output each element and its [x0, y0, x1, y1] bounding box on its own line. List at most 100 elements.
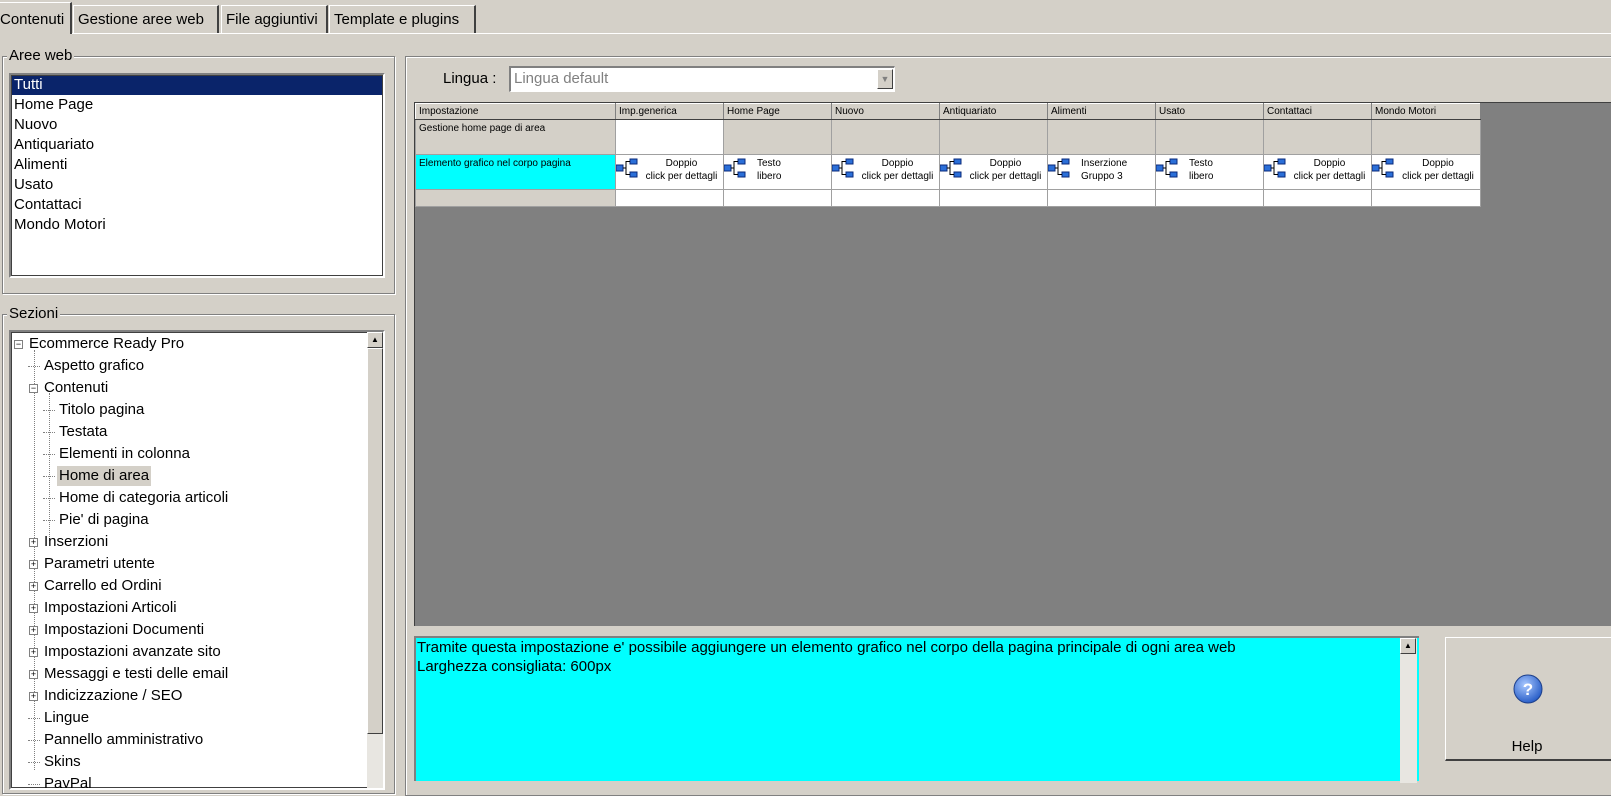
grid-cell[interactable] — [1155, 189, 1264, 207]
aree-item-nuovo[interactable]: Nuovo — [11, 115, 383, 135]
grid-cell[interactable] — [615, 119, 724, 155]
tree-node[interactable]: Ecommerce Ready Pro — [29, 334, 184, 354]
column-header[interactable]: Nuovo — [831, 103, 940, 120]
sezioni-tree[interactable]: − Ecommerce Ready Pro Aspetto grafico − Cont… — [9, 330, 385, 790]
grid-cell[interactable] — [723, 189, 832, 207]
scroll-up-button[interactable]: ▲ — [1400, 638, 1416, 654]
tree-node[interactable]: Lingue — [44, 708, 89, 728]
grid-cell[interactable] — [1047, 119, 1156, 155]
grid-cell[interactable]: Doppio click per dettagli — [1263, 154, 1372, 190]
help-icon: ? — [1513, 674, 1543, 704]
cell-value: Doppio click per dettagli — [964, 157, 1047, 183]
grid-cell[interactable] — [1263, 119, 1372, 155]
expand-icon[interactable]: + — [29, 582, 38, 591]
cell-value-line-1: Testo — [1189, 158, 1213, 169]
tab-baseline — [0, 33, 1611, 34]
settings-grid-area: Impostazione Imp.generica Home Page Nuovo An… — [414, 102, 1611, 626]
tree-node[interactable]: Indicizzazione / SEO — [44, 686, 182, 706]
expand-icon[interactable]: + — [29, 560, 38, 569]
tree-node[interactable]: Inserzioni — [44, 532, 108, 552]
aree-item-alimenti[interactable]: Alimenti — [11, 155, 383, 175]
grid-cell[interactable]: Doppio click per dettagli — [831, 154, 940, 190]
tree-node[interactable]: Titolo pagina — [59, 400, 144, 420]
grid-cell[interactable]: Doppio click per dettagli — [939, 154, 1048, 190]
grid-cell[interactable] — [723, 119, 832, 155]
grid-cell[interactable] — [939, 189, 1048, 207]
description-scrollbar[interactable]: ▲ — [1400, 638, 1417, 783]
expand-icon[interactable]: + — [29, 626, 38, 635]
aree-web-listbox[interactable]: Tutti Home Page Nuovo Antiquariato Alime… — [9, 73, 385, 278]
sezioni-legend: Sezioni — [7, 305, 61, 322]
grid-cell[interactable] — [1371, 189, 1481, 207]
column-header[interactable]: Contattaci — [1263, 103, 1372, 120]
tree-node[interactable]: Contenuti — [44, 378, 108, 398]
grid-cell[interactable]: Testo libero — [1155, 154, 1264, 190]
grid-cell[interactable] — [831, 119, 940, 155]
column-header[interactable]: Impostazione — [415, 103, 616, 120]
tab-file-aggiuntivi[interactable]: File aggiuntivi — [221, 5, 328, 33]
grid-cell[interactable]: Doppio click per dettagli — [615, 154, 724, 190]
scroll-up-button[interactable]: ▲ — [367, 332, 383, 348]
tree-node[interactable]: Impostazioni Articoli — [44, 598, 177, 618]
expand-icon[interactable]: + — [29, 692, 38, 701]
collapse-icon[interactable]: − — [29, 384, 38, 393]
row-label-gestione-home[interactable]: Gestione home page di area — [415, 119, 616, 155]
cell-value-line-2: libero — [1189, 171, 1214, 182]
column-header[interactable]: Alimenti — [1047, 103, 1156, 120]
tab-template-e-plugins[interactable]: Template e plugins — [329, 5, 476, 33]
cell-value-line-1: Doppio — [1313, 158, 1346, 169]
grid-cell[interactable] — [1371, 119, 1481, 155]
aree-item-tutti[interactable]: Tutti — [11, 75, 383, 95]
grid-cell[interactable] — [1047, 189, 1156, 207]
column-header[interactable]: Usato — [1155, 103, 1264, 120]
tree-node[interactable]: Messaggi e testi delle email — [44, 664, 228, 684]
tree-node[interactable]: Aspetto grafico — [44, 356, 144, 376]
aree-item-usato[interactable]: Usato — [11, 175, 383, 195]
help-button[interactable]: ? Help — [1445, 637, 1611, 761]
tree-node[interactable]: Home di area — [57, 466, 152, 486]
tree-node[interactable]: Pannello amministrativo — [44, 730, 203, 750]
grid-cell[interactable] — [1155, 119, 1264, 155]
column-header[interactable]: Home Page — [723, 103, 832, 120]
expand-icon[interactable]: + — [29, 670, 38, 679]
tab-gestione-aree-web[interactable]: Gestione aree web — [73, 5, 219, 33]
grid-cell[interactable]: Inserzione Gruppo 3 — [1047, 154, 1156, 190]
tree-line — [43, 520, 55, 521]
tab-contenuti[interactable]: Contenuti — [0, 2, 72, 34]
collapse-icon[interactable]: − — [14, 340, 23, 349]
chevron-down-icon[interactable]: ▼ — [877, 69, 893, 89]
aree-item-contattaci[interactable]: Contattaci — [11, 195, 383, 215]
aree-item-antiquariato[interactable]: Antiquariato — [11, 135, 383, 155]
grid-cell[interactable]: Testo libero — [723, 154, 832, 190]
grid-cell[interactable] — [831, 189, 940, 207]
column-header[interactable]: Antiquariato — [939, 103, 1048, 120]
tree-node[interactable]: Pie' di pagina — [59, 510, 149, 530]
tree-node[interactable]: PayPal — [44, 774, 92, 788]
expand-icon[interactable]: + — [29, 648, 38, 657]
description-box[interactable]: Tramite questa impostazione e' possibile… — [414, 636, 1419, 783]
tree-node[interactable]: Impostazioni Documenti — [44, 620, 204, 640]
row-label-elemento-grafico[interactable]: Elemento grafico nel corpo pagina — [415, 154, 616, 190]
expand-icon[interactable]: + — [29, 538, 38, 547]
aree-item-mondo-motori[interactable]: Mondo Motori — [11, 215, 383, 235]
tree-node[interactable]: Skins — [44, 752, 81, 772]
tree-node[interactable]: Impostazioni avanzate sito — [44, 642, 221, 662]
aree-item-home-page[interactable]: Home Page — [11, 95, 383, 115]
tree-node[interactable]: Elementi in colonna — [59, 444, 190, 464]
tree-node[interactable]: Home di categoria articoli — [59, 488, 228, 508]
expand-icon[interactable]: + — [29, 604, 38, 613]
scroll-thumb[interactable] — [367, 348, 383, 734]
column-header[interactable]: Imp.generica — [615, 103, 724, 120]
grid-cell[interactable]: Doppio click per dettagli — [1371, 154, 1481, 190]
grid-cell[interactable] — [1263, 189, 1372, 207]
lingua-select[interactable]: Lingua default ▼ — [509, 66, 895, 92]
grid-cell[interactable] — [615, 189, 724, 207]
column-header[interactable]: Mondo Motori — [1371, 103, 1481, 120]
grid-cell[interactable] — [415, 189, 616, 207]
tree-node[interactable]: Carrello ed Ordini — [44, 576, 162, 596]
grid-cell[interactable] — [939, 119, 1048, 155]
tree-scrollbar[interactable]: ▲ — [367, 332, 383, 788]
tree-node[interactable]: Parametri utente — [44, 554, 155, 574]
tree-node[interactable]: Testata — [59, 422, 107, 442]
tree-link-icon — [1372, 158, 1394, 178]
